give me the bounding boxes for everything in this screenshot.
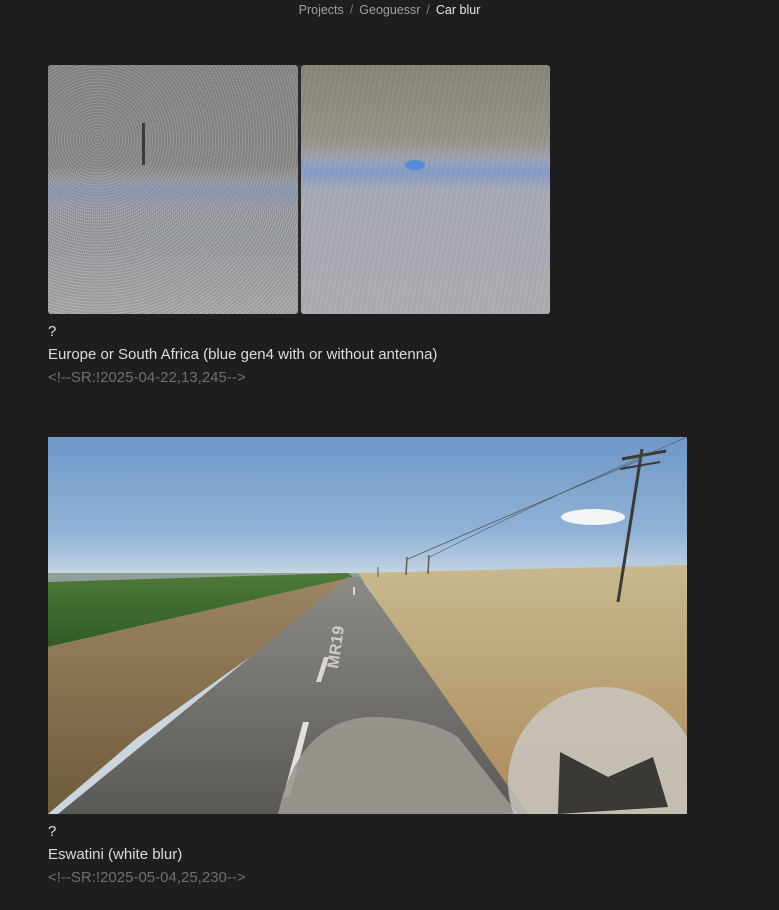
blue-spot [404,160,425,170]
breadcrumb-item-geoguessr[interactable]: Geoguessr [357,3,422,17]
breadcrumb-item-current: Car blur [435,3,481,17]
card-answer: Eswatini (white blur) [48,846,183,863]
spaced-repetition-comment: <!--SR:!2025-05-04,25,230--> [48,869,246,886]
breadcrumb: Projects / Geoguessr / Car blur [0,2,779,18]
car-blur-image-no-antenna[interactable] [300,65,550,314]
antenna [142,123,145,165]
card-answer: Europe or South Africa (blue gen4 with o… [48,346,438,363]
card-question: ? [48,323,57,340]
blue-blur-band [300,154,550,190]
car-blur-image-antenna[interactable] [48,65,298,314]
street-view-scene: MR19 [48,437,687,814]
breadcrumb-separator: / [349,3,354,17]
breadcrumb-separator: / [426,3,430,17]
spaced-repetition-comment: <!--SR:!2025-04-22,13,245--> [48,369,246,386]
street-view-photo-eswatini[interactable]: MR19 [48,437,687,814]
blue-blur-band [48,174,298,210]
breadcrumb-item-projects[interactable]: Projects [297,3,346,17]
card-2-text: ? Eswatini (white blur) <!--SR:!2025-05-… [48,820,246,889]
card-question: ? [48,823,57,840]
card-1-images [48,65,550,314]
card-1-text: ? Europe or South Africa (blue gen4 with… [48,320,437,389]
